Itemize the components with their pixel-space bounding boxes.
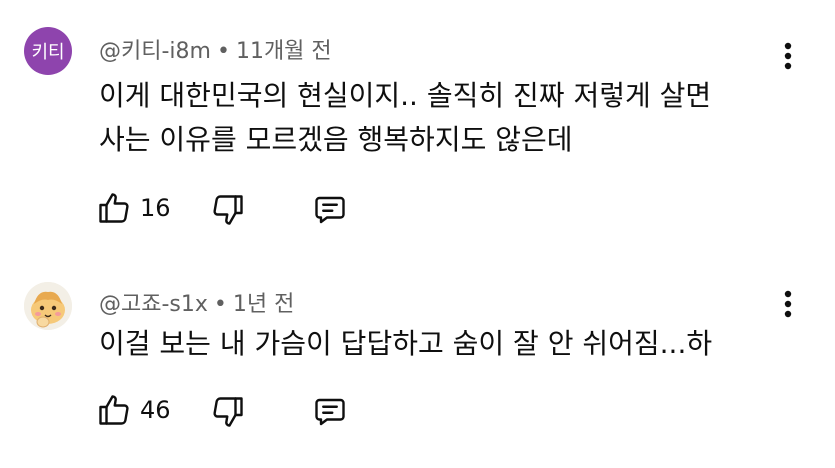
comment-item: @고죠-s1x • 1년 전 이걸 보는 내 가슴이 답답하고 숨이 잘 안 쉬어짐… [0,260,835,468]
like-count: 46 [140,396,171,424]
comment-line: 이게 대한민국의 현실이지.. 솔직히 진짜 저렇게 살면 [99,79,712,112]
reply-button[interactable] [312,190,348,230]
meta-separator: • [213,292,227,317]
avatar[interactable] [24,282,72,330]
thumbs-down-icon [213,397,243,427]
timestamp[interactable]: 11개월 전 [236,39,332,64]
thumbs-down-icon [213,195,243,225]
comment-item: 키티 @키티-i8m • 11개월 전 이게 대한민국의 현실이지.. 솔직히 진짜… [0,0,835,250]
like-button[interactable]: 16 [96,188,171,228]
more-vert-icon [784,290,792,318]
like-count: 16 [140,194,171,222]
comment-text: 이걸 보는 내 가슴이 답답하고 숨이 잘 안 쉬어짐...하 [99,322,712,366]
comment-line: 이걸 보는 내 가슴이 답답하고 숨이 잘 안 쉬어짐...하 [99,327,713,360]
cartoon-avatar-icon [24,282,72,330]
like-button[interactable]: 46 [96,390,171,430]
comment-meta: @고죠-s1x • 1년 전 [99,286,294,318]
meta-separator: • [216,39,230,64]
thumbs-up-icon [99,395,129,425]
reply-icon [315,398,345,426]
avatar[interactable]: 키티 [24,27,72,75]
reply-icon [315,196,345,224]
more-vert-icon [784,42,792,70]
thumbs-up-icon [99,193,129,223]
more-options-button[interactable] [776,40,800,72]
comment-text: 이게 대한민국의 현실이지.. 솔직히 진짜 저렇게 살면 사는 이유를 모르겠… [99,74,711,162]
reply-button[interactable] [312,392,348,432]
author-name[interactable]: @키티-i8m [99,39,211,64]
comment-line: 사는 이유를 모르겠음 행복하지도 않은데 [99,123,573,156]
dislike-button[interactable] [210,190,246,230]
comment-meta: @키티-i8m • 11개월 전 [99,33,332,65]
dislike-button[interactable] [210,392,246,432]
more-options-button[interactable] [776,288,800,320]
author-name[interactable]: @고죠-s1x [99,292,208,317]
avatar-text: 키티 [31,42,65,63]
timestamp[interactable]: 1년 전 [233,292,294,317]
